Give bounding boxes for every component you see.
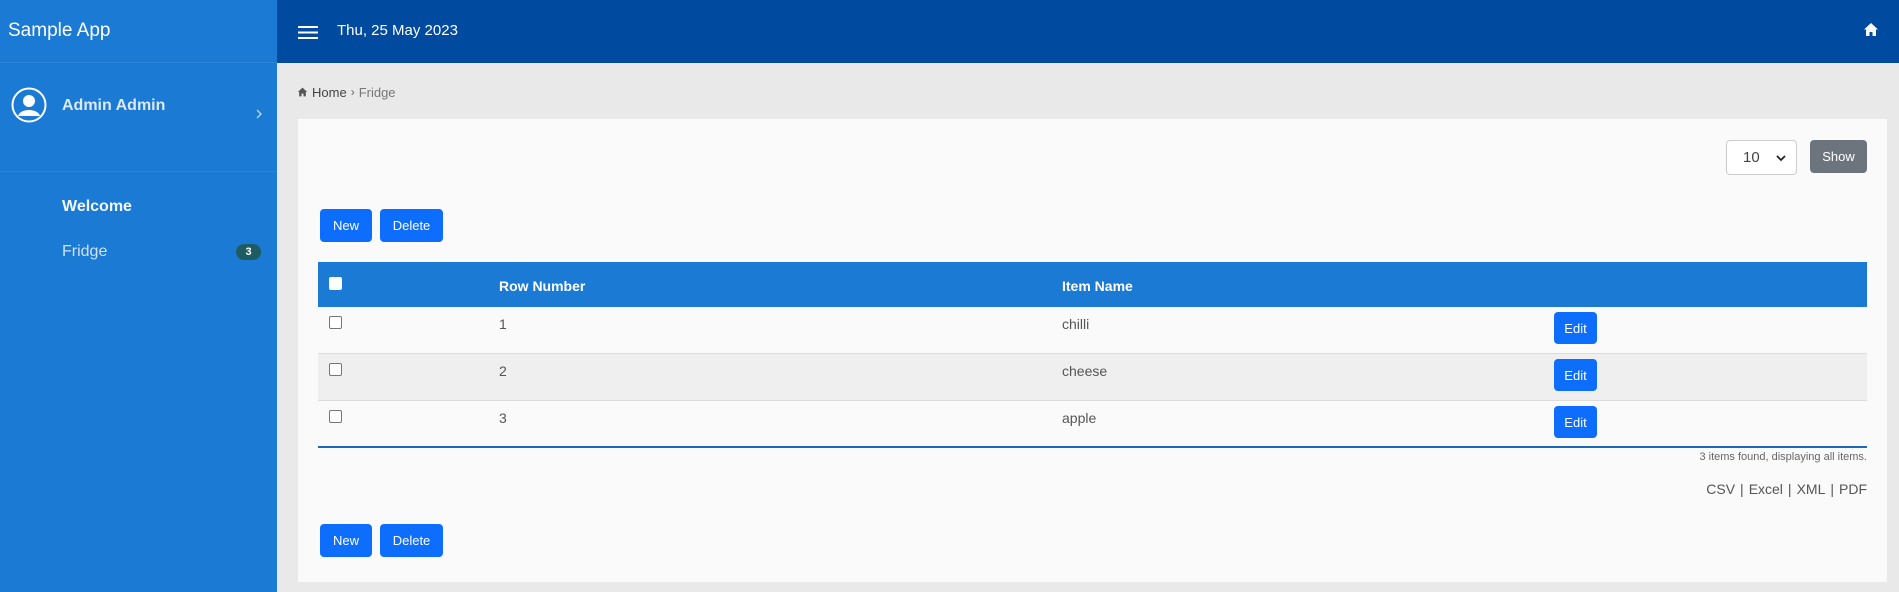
column-header-row-number[interactable]: Row Number: [499, 278, 585, 294]
menu-icon[interactable]: [298, 25, 318, 40]
row-select-cell: [329, 363, 342, 376]
export-links: CSV | Excel | XML | PDF: [1706, 481, 1867, 497]
items-table: Row Number Item Name 1 chilli Edit 2 che…: [318, 262, 1867, 448]
show-button[interactable]: Show: [1810, 140, 1867, 173]
chevron-down-icon: [1776, 155, 1786, 162]
table-row: 2 cheese Edit: [318, 354, 1867, 401]
edit-button[interactable]: Edit: [1554, 406, 1597, 438]
row-number-cell: 2: [499, 363, 507, 379]
sidebar-nav: Welcome Fridge 3: [0, 172, 277, 274]
item-name-cell: chilli: [1062, 316, 1090, 332]
app-title[interactable]: Sample App: [0, 0, 277, 63]
chevron-right-icon[interactable]: [253, 107, 265, 121]
table-header: Row Number Item Name: [318, 262, 1867, 307]
export-pdf-link[interactable]: PDF: [1839, 481, 1867, 497]
user-avatar-icon: [11, 87, 47, 123]
new-button[interactable]: New: [320, 209, 372, 242]
sidebar-item-fridge[interactable]: Fridge 3: [0, 229, 277, 274]
items-summary: 3 items found, displaying all items.: [1699, 451, 1867, 463]
new-button-bottom[interactable]: New: [320, 524, 372, 557]
content-card: 10 Show New Delete Row Number Item Name …: [298, 119, 1887, 582]
export-separator: |: [1830, 481, 1834, 497]
column-header-item-name[interactable]: Item Name: [1062, 278, 1133, 294]
breadcrumb: Home › Fridge: [297, 84, 396, 100]
page-size-select[interactable]: 10: [1726, 140, 1797, 175]
sidebar-item-welcome[interactable]: Welcome: [0, 184, 277, 229]
row-number-cell: 1: [499, 316, 507, 332]
table-row: 3 apple Edit: [318, 401, 1867, 448]
page-size-value: 10: [1743, 149, 1760, 166]
edit-button[interactable]: Edit: [1554, 359, 1597, 391]
table-row: 1 chilli Edit: [318, 307, 1867, 354]
row-select-cell: [329, 316, 342, 329]
home-icon[interactable]: [1863, 22, 1879, 37]
export-xml-link[interactable]: XML: [1797, 481, 1826, 497]
row-checkbox[interactable]: [329, 316, 342, 329]
row-number-cell: 3: [499, 410, 507, 426]
home-icon: [297, 87, 308, 97]
export-separator: |: [1787, 481, 1792, 497]
delete-button[interactable]: Delete: [380, 209, 443, 242]
sidebar-item-label: Welcome: [62, 197, 132, 215]
fridge-count-badge: 3: [236, 244, 261, 260]
user-panel[interactable]: Admin Admin: [0, 63, 277, 172]
breadcrumb-separator-icon: ›: [350, 85, 355, 99]
sidebar: Sample App Admin Admin Welcome Fridge 3: [0, 0, 277, 592]
select-all-cell: [329, 277, 342, 290]
item-name-cell: cheese: [1062, 363, 1108, 379]
edit-button[interactable]: Edit: [1554, 312, 1597, 344]
user-name: Admin Admin: [62, 97, 166, 114]
top-bar: Thu, 25 May 2023: [277, 0, 1899, 63]
export-excel-link[interactable]: Excel: [1749, 481, 1783, 497]
select-all-checkbox[interactable]: [329, 277, 342, 290]
breadcrumb-home-link[interactable]: Home: [312, 85, 347, 100]
export-separator: |: [1740, 481, 1744, 497]
export-csv-link[interactable]: CSV: [1706, 481, 1735, 497]
breadcrumb-current: Fridge: [358, 84, 396, 100]
delete-button-bottom[interactable]: Delete: [380, 524, 443, 557]
sidebar-item-label: Fridge: [62, 242, 108, 260]
current-date: Thu, 25 May 2023: [337, 22, 458, 39]
row-select-cell: [329, 410, 342, 423]
row-checkbox[interactable]: [329, 363, 342, 376]
item-name-cell: apple: [1062, 410, 1097, 426]
row-checkbox[interactable]: [329, 410, 342, 423]
